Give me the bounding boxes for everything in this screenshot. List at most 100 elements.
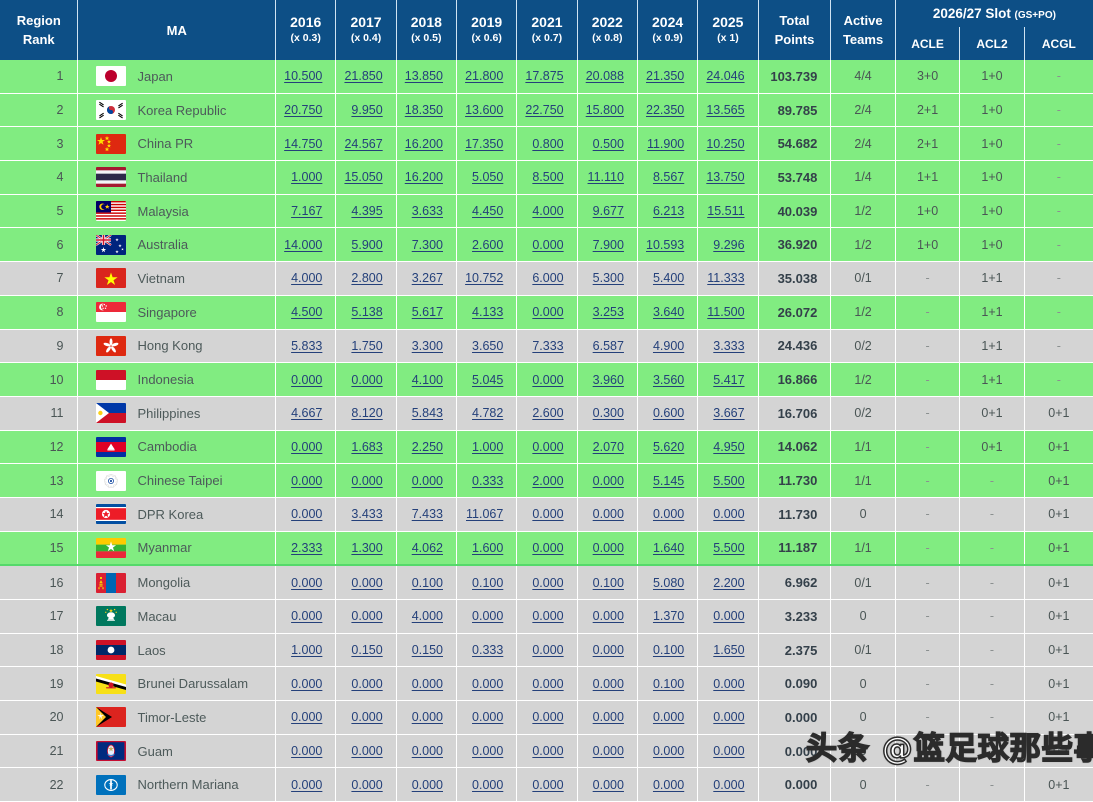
year-score-value[interactable]: 0.000	[412, 778, 443, 792]
year-score-value[interactable]: 0.000	[412, 677, 443, 691]
year-score-value[interactable]: 4.062	[412, 541, 443, 555]
year-score-value[interactable]: 0.000	[291, 710, 322, 724]
year-score-value[interactable]: 5.300	[593, 271, 624, 285]
year-score-value[interactable]: 22.750	[525, 103, 563, 117]
year-score-value[interactable]: 4.500	[291, 305, 322, 319]
year-score-value[interactable]: 0.000	[472, 609, 503, 623]
year-score-value[interactable]: 0.000	[713, 744, 744, 758]
year-score-value[interactable]: 0.000	[532, 373, 563, 387]
year-score-value[interactable]: 15.050	[344, 170, 382, 184]
year-score-value[interactable]: 7.167	[291, 204, 322, 218]
year-score-value[interactable]: 0.000	[351, 576, 382, 590]
table-row[interactable]: 5 Malaysia 7.167 4.395 3.633 4.450 4.000 9.677 6…	[0, 194, 1093, 229]
year-score-value[interactable]: 0.000	[713, 778, 744, 792]
year-score-value[interactable]: 17.875	[525, 69, 563, 83]
table-row[interactable]: 14 DPR Korea 0.000 3.433 7.433 11.067 0.000 0.0…	[0, 497, 1093, 532]
year-score-value[interactable]: 14.000	[284, 238, 322, 252]
year-score-value[interactable]: 0.000	[351, 744, 382, 758]
year-score-value[interactable]: 9.950	[351, 103, 382, 117]
year-score-value[interactable]: 5.138	[351, 305, 382, 319]
year-score-value[interactable]: 0.000	[532, 744, 563, 758]
year-score-value[interactable]: 4.000	[412, 609, 443, 623]
year-score-value[interactable]: 1.600	[472, 541, 503, 555]
year-score-value[interactable]: 1.750	[351, 339, 382, 353]
year-score-value[interactable]: 0.000	[291, 576, 322, 590]
year-score-value[interactable]: 0.000	[653, 710, 684, 724]
year-score-value[interactable]: 4.133	[472, 305, 503, 319]
table-row[interactable]: 13 Chinese Taipei 0.000 0.000 0.000 0.333 2.00…	[0, 463, 1093, 498]
year-score-value[interactable]: 3.667	[713, 406, 744, 420]
year-score-value[interactable]: 0.100	[412, 576, 443, 590]
table-row[interactable]: 18 Laos 1.000 0.150 0.150 0.333 0.000 0.000 0.10…	[0, 633, 1093, 668]
year-score-value[interactable]: 4.100	[412, 373, 443, 387]
year-score-value[interactable]: 0.100	[653, 677, 684, 691]
table-row[interactable]: 8 Singapore 4.500 5.138 5.617 4.133 0.000 3.253…	[0, 295, 1093, 330]
year-score-value[interactable]: 18.350	[405, 103, 443, 117]
year-score-value[interactable]: 0.000	[351, 710, 382, 724]
year-score-value[interactable]: 9.677	[593, 204, 624, 218]
table-row[interactable]: 7 Vietnam 4.000 2.800 3.267 10.752 6.000 5.300 5…	[0, 261, 1093, 296]
year-score-value[interactable]: 7.300	[412, 238, 443, 252]
year-score-value[interactable]: 0.000	[351, 373, 382, 387]
year-score-value[interactable]: 0.600	[653, 406, 684, 420]
year-score-value[interactable]: 5.900	[351, 238, 382, 252]
year-score-value[interactable]: 10.752	[465, 271, 503, 285]
year-score-value[interactable]: 4.900	[653, 339, 684, 353]
year-score-value[interactable]: 4.395	[351, 204, 382, 218]
year-score-value[interactable]: 0.000	[532, 238, 563, 252]
year-score-value[interactable]: 2.200	[713, 576, 744, 590]
year-score-value[interactable]: 16.200	[405, 137, 443, 151]
year-score-value[interactable]: 4.782	[472, 406, 503, 420]
year-score-value[interactable]: 2.800	[351, 271, 382, 285]
year-score-value[interactable]: 0.000	[593, 778, 624, 792]
year-score-value[interactable]: 0.000	[351, 778, 382, 792]
table-row[interactable]: 15 Myanmar 2.333 1.300 4.062 1.600 0.000 0.000 1…	[0, 531, 1093, 566]
year-score-value[interactable]: 0.333	[472, 643, 503, 657]
year-score-value[interactable]: 3.633	[412, 204, 443, 218]
year-score-value[interactable]: 5.417	[713, 373, 744, 387]
year-score-value[interactable]: 3.640	[653, 305, 684, 319]
year-score-value[interactable]: 0.000	[532, 440, 563, 454]
table-row[interactable]: 20 Timor-Leste 0.000 0.000 0.000 0.000 0.000 0.…	[0, 700, 1093, 735]
year-score-value[interactable]: 0.000	[472, 744, 503, 758]
year-score-value[interactable]: 7.333	[532, 339, 563, 353]
year-score-value[interactable]: 5.145	[653, 474, 684, 488]
year-score-value[interactable]: 0.000	[412, 710, 443, 724]
year-score-value[interactable]: 11.067	[466, 507, 503, 521]
year-score-value[interactable]: 0.000	[713, 609, 744, 623]
year-score-value[interactable]: 10.250	[706, 137, 744, 151]
year-score-value[interactable]: 0.000	[532, 507, 563, 521]
year-score-value[interactable]: 15.800	[586, 103, 624, 117]
year-score-value[interactable]: 6.587	[593, 339, 624, 353]
table-row[interactable]: 4 Thailand 1.000 15.050 16.200 5.050 8.500 11.1…	[0, 160, 1093, 195]
year-score-value[interactable]: 20.750	[284, 103, 322, 117]
year-score-value[interactable]: 0.300	[593, 406, 624, 420]
year-score-value[interactable]: 0.000	[472, 710, 503, 724]
year-score-value[interactable]: 0.000	[472, 677, 503, 691]
year-score-value[interactable]: 0.150	[412, 643, 443, 657]
year-score-value[interactable]: 11.110	[588, 170, 624, 184]
year-score-value[interactable]: 0.000	[291, 609, 322, 623]
year-score-value[interactable]: 0.000	[593, 541, 624, 555]
year-score-value[interactable]: 16.200	[405, 170, 443, 184]
year-score-value[interactable]: 1.300	[351, 541, 382, 555]
table-row[interactable]: 6 Australia 14.000 5.900 7.300 2.600 0.000 7.90…	[0, 227, 1093, 263]
year-score-value[interactable]: 0.000	[593, 507, 624, 521]
year-score-value[interactable]: 17.350	[465, 137, 503, 151]
year-score-value[interactable]: 1.000	[472, 440, 503, 454]
year-score-value[interactable]: 1.370	[653, 609, 684, 623]
table-row[interactable]: 9 Hong Kong 5.833 1.750 3.300 3.650 7.333 6.587…	[0, 329, 1093, 364]
year-score-value[interactable]: 2.070	[593, 440, 624, 454]
year-score-value[interactable]: 0.000	[713, 677, 744, 691]
year-score-value[interactable]: 8.567	[653, 170, 684, 184]
year-score-value[interactable]: 13.850	[405, 69, 443, 83]
year-score-value[interactable]: 5.045	[472, 373, 503, 387]
year-score-value[interactable]: 22.350	[646, 103, 684, 117]
year-score-value[interactable]: 0.800	[532, 137, 563, 151]
year-score-value[interactable]: 0.000	[291, 373, 322, 387]
year-score-value[interactable]: 5.620	[653, 440, 684, 454]
year-score-value[interactable]: 15.511	[707, 204, 744, 218]
year-score-value[interactable]: 5.400	[653, 271, 684, 285]
year-score-value[interactable]: 0.000	[532, 609, 563, 623]
year-score-value[interactable]: 21.350	[646, 69, 684, 83]
